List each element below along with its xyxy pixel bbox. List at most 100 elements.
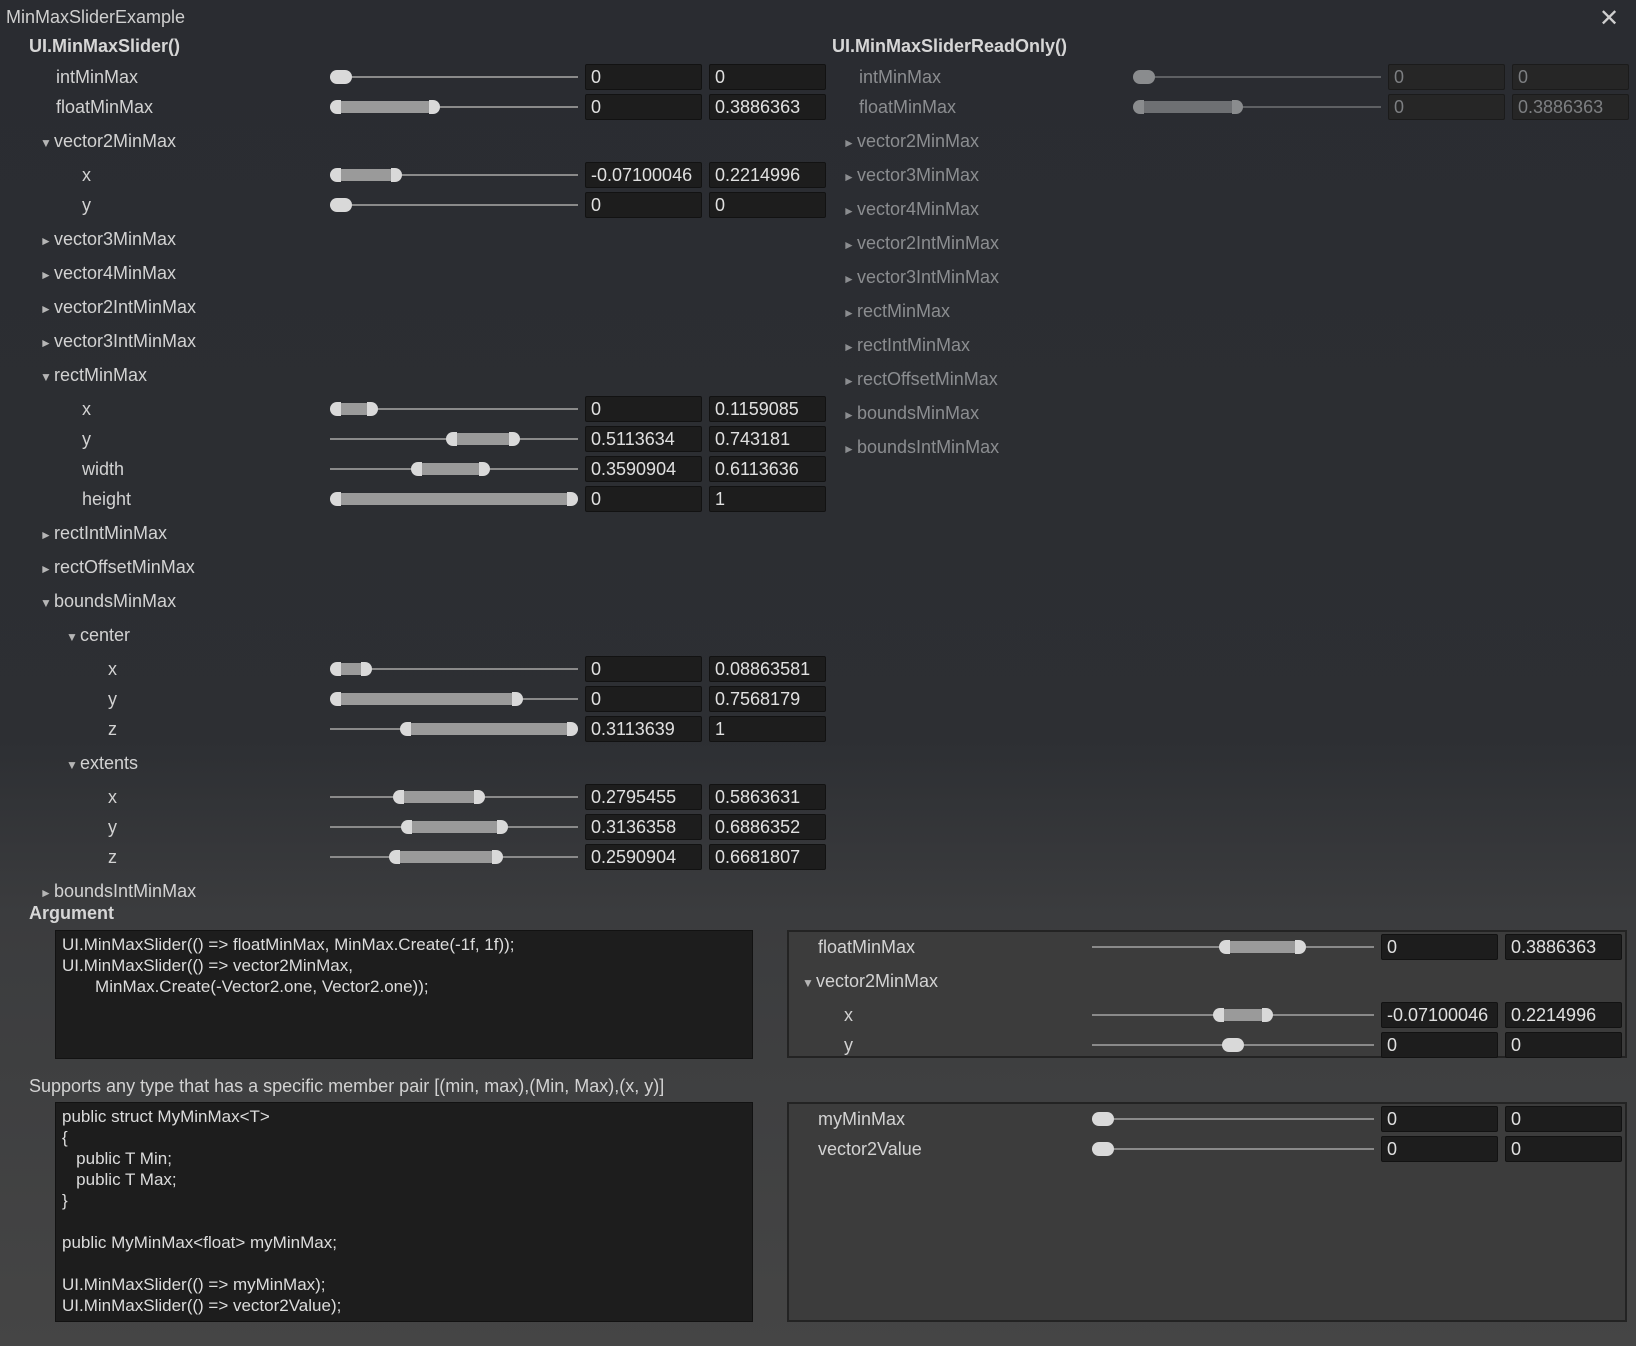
slider-min-handle[interactable]	[330, 70, 341, 84]
max-value-field[interactable]: 0.08863581	[709, 656, 826, 682]
max-value-field[interactable]: 0.3886363	[1505, 934, 1622, 960]
slider-min-handle[interactable]	[445, 432, 457, 446]
foldout-vector3intminmax[interactable]: ► vector3IntMinMax	[40, 330, 196, 354]
slider-max-handle[interactable]	[492, 850, 503, 864]
slider-min-handle[interactable]	[330, 100, 341, 114]
max-value-field[interactable]: 0.2214996	[709, 162, 826, 188]
slider-max-handle[interactable]	[341, 198, 352, 212]
foldout-boundsminmax[interactable]: ▼ boundsMinMax	[40, 590, 176, 614]
min-value-field[interactable]: 0	[585, 192, 702, 218]
slider-range[interactable]	[336, 169, 397, 181]
foldout-collapsed-icon[interactable]: ►	[843, 132, 857, 154]
max-value-field[interactable]: 0.3886363	[709, 94, 826, 120]
slider-max-handle[interactable]	[1295, 940, 1307, 954]
slider-max-handle[interactable]	[367, 402, 379, 416]
max-value-field[interactable]: 1	[709, 486, 826, 512]
min-value-field[interactable]: 0.5113634	[585, 426, 702, 452]
slider-min-handle[interactable]	[388, 850, 400, 864]
slider-max-handle[interactable]	[473, 790, 485, 804]
slider-min-handle[interactable]	[330, 492, 341, 506]
slider-range[interactable]	[406, 821, 502, 833]
foldout-vector2minmax[interactable]: ▼ vector2MinMax	[802, 970, 938, 994]
slider-range[interactable]	[336, 693, 518, 705]
foldout-collapsed-icon[interactable]: ►	[843, 336, 857, 358]
max-value-field[interactable]: 0.5863631	[709, 784, 826, 810]
min-value-field[interactable]: -0.07100046	[585, 162, 702, 188]
foldout-collapsed-icon[interactable]: ►	[40, 230, 54, 252]
foldout-rectoffsetminmax[interactable]: ► rectOffsetMinMax	[843, 368, 998, 392]
foldout-vector2intminmax[interactable]: ► vector2IntMinMax	[843, 232, 999, 256]
foldout-center[interactable]: ▼ center	[66, 624, 130, 648]
slider-min-handle[interactable]	[1092, 1142, 1103, 1156]
foldout-collapsed-icon[interactable]: ►	[40, 558, 54, 580]
slider-max-handle[interactable]	[512, 692, 524, 706]
slider-min-handle[interactable]	[330, 692, 341, 706]
minmax-slider[interactable]	[330, 820, 578, 834]
foldout-collapsed-icon[interactable]: ►	[40, 882, 54, 904]
slider-min-handle[interactable]	[330, 198, 341, 212]
foldout-vector3minmax[interactable]: ► vector3MinMax	[843, 164, 979, 188]
slider-max-handle[interactable]	[1103, 1112, 1114, 1126]
min-value-field[interactable]: 0.2590904	[585, 844, 702, 870]
min-value-field[interactable]: 0	[585, 686, 702, 712]
slider-max-handle[interactable]	[1261, 1008, 1273, 1022]
slider-range[interactable]	[417, 463, 485, 475]
min-value-field[interactable]: 0	[1381, 934, 1498, 960]
slider-range[interactable]	[406, 723, 572, 735]
slider-range[interactable]	[1218, 1009, 1267, 1021]
foldout-vector2minmax[interactable]: ► vector2MinMax	[843, 130, 979, 154]
slider-range[interactable]	[336, 493, 572, 505]
slider-min-handle[interactable]	[1219, 940, 1231, 954]
max-value-field[interactable]: 0	[709, 64, 826, 90]
foldout-collapsed-icon[interactable]: ►	[843, 234, 857, 256]
foldout-rectminmax[interactable]: ▼ rectMinMax	[40, 364, 147, 388]
foldout-collapsed-icon[interactable]: ►	[40, 264, 54, 286]
foldout-expanded-icon[interactable]: ▼	[40, 366, 54, 388]
minmax-slider[interactable]	[330, 70, 578, 84]
slider-min-handle[interactable]	[330, 662, 341, 676]
minmax-slider[interactable]	[330, 790, 578, 804]
foldout-collapsed-icon[interactable]: ►	[843, 404, 857, 426]
slider-min-handle[interactable]	[400, 820, 412, 834]
minmax-slider[interactable]	[330, 100, 578, 114]
max-value-field[interactable]: 0	[1505, 1136, 1622, 1162]
slider-min-handle[interactable]	[330, 168, 341, 182]
slider-max-handle[interactable]	[567, 492, 578, 506]
foldout-rectminmax[interactable]: ► rectMinMax	[843, 300, 950, 324]
min-value-field[interactable]: 0	[1381, 1032, 1498, 1058]
foldout-collapsed-icon[interactable]: ►	[843, 200, 857, 222]
slider-range[interactable]	[451, 433, 514, 445]
max-value-field[interactable]: 0.7568179	[709, 686, 826, 712]
slider-max-handle[interactable]	[496, 820, 508, 834]
slider-range[interactable]	[394, 851, 497, 863]
foldout-expanded-icon[interactable]: ▼	[66, 626, 80, 648]
slider-max-handle[interactable]	[428, 100, 440, 114]
min-value-field[interactable]: 0.2795455	[585, 784, 702, 810]
foldout-collapsed-icon[interactable]: ►	[843, 166, 857, 188]
minmax-slider[interactable]	[330, 492, 578, 506]
min-value-field[interactable]: 0.3136358	[585, 814, 702, 840]
minmax-slider[interactable]	[330, 462, 578, 476]
minmax-slider[interactable]	[1092, 940, 1374, 954]
min-value-field[interactable]: 0	[1381, 1106, 1498, 1132]
slider-min-handle[interactable]	[1212, 1008, 1224, 1022]
min-value-field[interactable]: 0	[585, 396, 702, 422]
slider-min-handle[interactable]	[411, 462, 423, 476]
foldout-boundsintminmax[interactable]: ► boundsIntMinMax	[40, 880, 196, 904]
max-value-field[interactable]: 0.6681807	[709, 844, 826, 870]
minmax-slider[interactable]	[330, 692, 578, 706]
foldout-rectintminmax[interactable]: ► rectIntMinMax	[40, 522, 167, 546]
slider-max-handle[interactable]	[391, 168, 403, 182]
min-value-field[interactable]: 0	[585, 656, 702, 682]
max-value-field[interactable]: 0.1159085	[709, 396, 826, 422]
minmax-slider[interactable]	[330, 168, 578, 182]
slider-range[interactable]	[1225, 941, 1301, 953]
minmax-slider[interactable]	[330, 662, 578, 676]
foldout-vector3minmax[interactable]: ► vector3MinMax	[40, 228, 176, 252]
foldout-extents[interactable]: ▼ extents	[66, 752, 138, 776]
foldout-vector2intminmax[interactable]: ► vector2IntMinMax	[40, 296, 196, 320]
max-value-field[interactable]: 0.6113636	[709, 456, 826, 482]
slider-max-handle[interactable]	[1103, 1142, 1114, 1156]
foldout-rectoffsetminmax[interactable]: ► rectOffsetMinMax	[40, 556, 195, 580]
minmax-slider[interactable]	[330, 432, 578, 446]
